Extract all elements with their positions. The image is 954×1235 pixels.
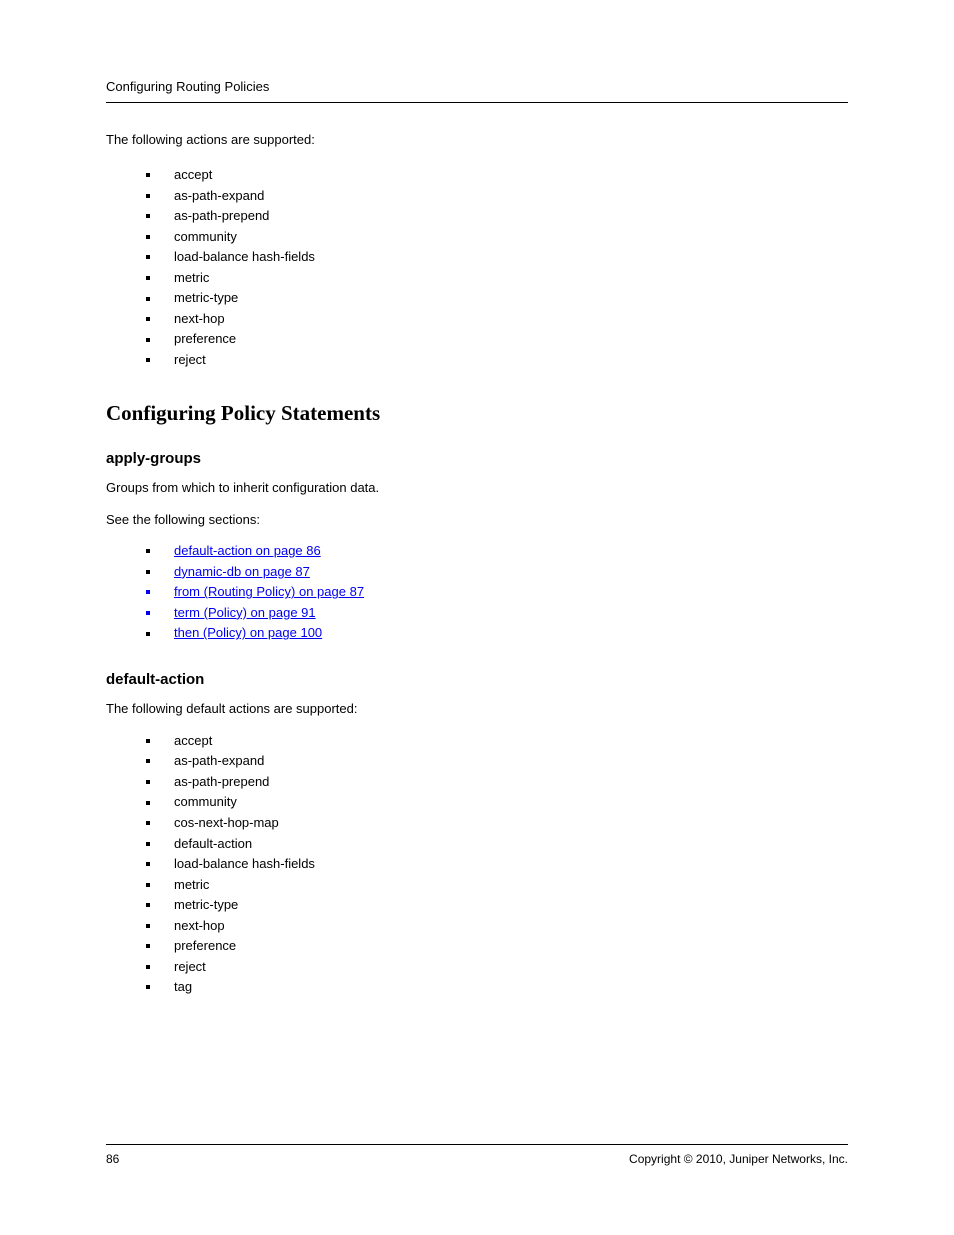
xref-link[interactable]: then (Policy) on page 100 bbox=[174, 625, 322, 640]
list-item: load-balance hash-fields bbox=[146, 248, 848, 266]
list-item: default-action bbox=[146, 835, 848, 853]
section-title-policy: Configuring Policy Statements bbox=[106, 399, 848, 427]
page-footer: 86 Copyright © 2010, Juniper Networks, I… bbox=[106, 1144, 848, 1167]
list-item: cos-next-hop-map bbox=[146, 814, 848, 832]
list-item: community bbox=[146, 228, 848, 246]
list-item: tag bbox=[146, 978, 848, 996]
list-item: metric-type bbox=[146, 896, 848, 914]
list-item: metric-type bbox=[146, 289, 848, 307]
para-default-action: The following default actions are suppor… bbox=[106, 700, 848, 718]
list-item: term (Policy) on page 91 bbox=[146, 604, 848, 622]
xref-link[interactable]: default-action on page 86 bbox=[174, 543, 321, 558]
actions-list: accept as-path-expand as-path-prepend commu… bbox=[146, 166, 848, 368]
list-item: preference bbox=[146, 330, 848, 348]
list-item: next-hop bbox=[146, 310, 848, 328]
list-item: reject bbox=[146, 351, 848, 369]
list-item: then (Policy) on page 100 bbox=[146, 624, 848, 642]
subsection-apply-groups: apply-groups bbox=[106, 449, 848, 469]
list-item: default-action on page 86 bbox=[146, 542, 848, 560]
list-item: preference bbox=[146, 937, 848, 955]
list-item: next-hop bbox=[146, 917, 848, 935]
list-item: accept bbox=[146, 166, 848, 184]
subsection-default-action: default-action bbox=[106, 670, 848, 690]
list-item: as-path-expand bbox=[146, 187, 848, 205]
list-item: metric bbox=[146, 876, 848, 894]
list-item: as-path-prepend bbox=[146, 207, 848, 225]
list-item: dynamic-db on page 87 bbox=[146, 563, 848, 581]
list-item: accept bbox=[146, 732, 848, 750]
xref-link[interactable]: term (Policy) on page 91 bbox=[174, 605, 316, 620]
para-apply-groups: Groups from which to inherit configurati… bbox=[106, 479, 848, 497]
para-see-also: See the following sections: bbox=[106, 511, 848, 529]
footer-rule bbox=[106, 1144, 848, 1145]
see-also-links: default-action on page 86 dynamic-db on p… bbox=[146, 542, 848, 642]
header-rule bbox=[106, 102, 848, 103]
page-number: 86 bbox=[106, 1151, 119, 1167]
list-item: community bbox=[146, 793, 848, 811]
xref-link[interactable]: from (Routing Policy) on page 87 bbox=[174, 584, 364, 599]
list-item: load-balance hash-fields bbox=[146, 855, 848, 873]
list-item: as-path-expand bbox=[146, 752, 848, 770]
list-item: reject bbox=[146, 958, 848, 976]
list-item: from (Routing Policy) on page 87 bbox=[146, 583, 848, 601]
list-item: metric bbox=[146, 269, 848, 287]
running-title: Configuring Routing Policies bbox=[106, 78, 848, 96]
xref-link[interactable]: dynamic-db on page 87 bbox=[174, 564, 310, 579]
list-item: as-path-prepend bbox=[146, 773, 848, 791]
intro-text: The following actions are supported: bbox=[106, 131, 848, 149]
default-actions-list: accept as-path-expand as-path-prepend commu… bbox=[146, 732, 848, 996]
copyright: Copyright © 2010, Juniper Networks, Inc. bbox=[629, 1151, 848, 1167]
